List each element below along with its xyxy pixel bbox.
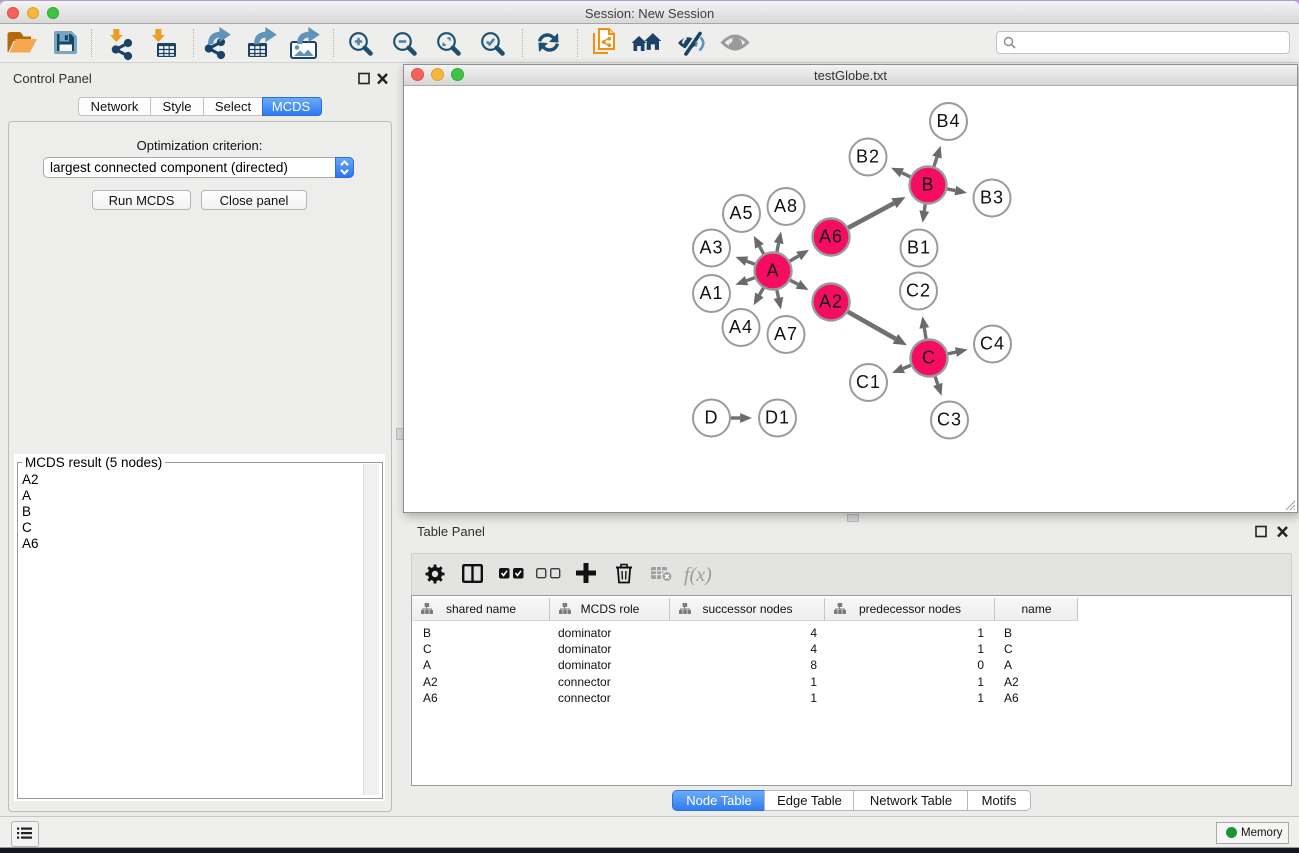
svg-text:f(x): f(x) — [684, 564, 712, 586]
